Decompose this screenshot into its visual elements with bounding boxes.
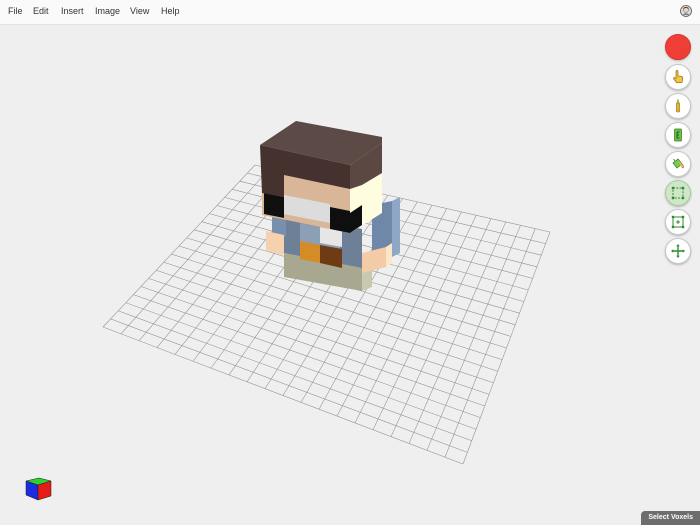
voxel-hand-left xyxy=(266,231,284,255)
voxel-eye-left xyxy=(264,193,284,218)
grid-line xyxy=(444,228,536,458)
voxel-viewport[interactable] xyxy=(0,25,700,525)
move-tool-button[interactable] xyxy=(665,209,691,235)
color-swatch-button[interactable] xyxy=(665,34,691,60)
brush-icon xyxy=(676,98,680,113)
grid-line xyxy=(426,225,521,451)
fill-tool-button[interactable] xyxy=(665,151,691,177)
menu-file[interactable]: File xyxy=(8,6,23,16)
menu-insert[interactable]: Insert xyxy=(61,6,84,16)
grid-line xyxy=(462,231,551,465)
paint-bucket-icon xyxy=(672,158,684,169)
pan-tool-button[interactable] xyxy=(665,238,691,264)
voxel-hand-right xyxy=(362,247,386,273)
grid-line xyxy=(408,221,507,444)
voxel-eye-right xyxy=(330,207,350,233)
eraser-icon xyxy=(674,128,682,142)
move-cross-icon xyxy=(671,244,685,258)
menu-help[interactable]: Help xyxy=(161,6,180,16)
eraser-tool-button[interactable] xyxy=(665,122,691,148)
paint-tool-button[interactable] xyxy=(665,64,691,90)
voxel-arm-right-side xyxy=(392,197,400,257)
menu-image[interactable]: Image xyxy=(95,6,120,16)
voxel-character[interactable] xyxy=(260,121,400,291)
menu-view[interactable]: View xyxy=(130,6,149,16)
select-box-icon xyxy=(671,186,685,200)
brush-tool-button[interactable] xyxy=(665,93,691,119)
menu-bar: File Edit Insert Image View Help xyxy=(0,0,700,25)
hand-pointer-icon xyxy=(673,70,684,83)
select-move-icon xyxy=(671,215,685,229)
status-label: Select Voxels xyxy=(641,511,700,525)
menu-edit[interactable]: Edit xyxy=(33,6,49,16)
select-tool-button[interactable] xyxy=(665,180,691,206)
voxel-hand-right-side xyxy=(386,243,392,267)
orientation-cube-icon[interactable] xyxy=(23,472,53,502)
account-avatar-icon[interactable] xyxy=(680,5,692,17)
